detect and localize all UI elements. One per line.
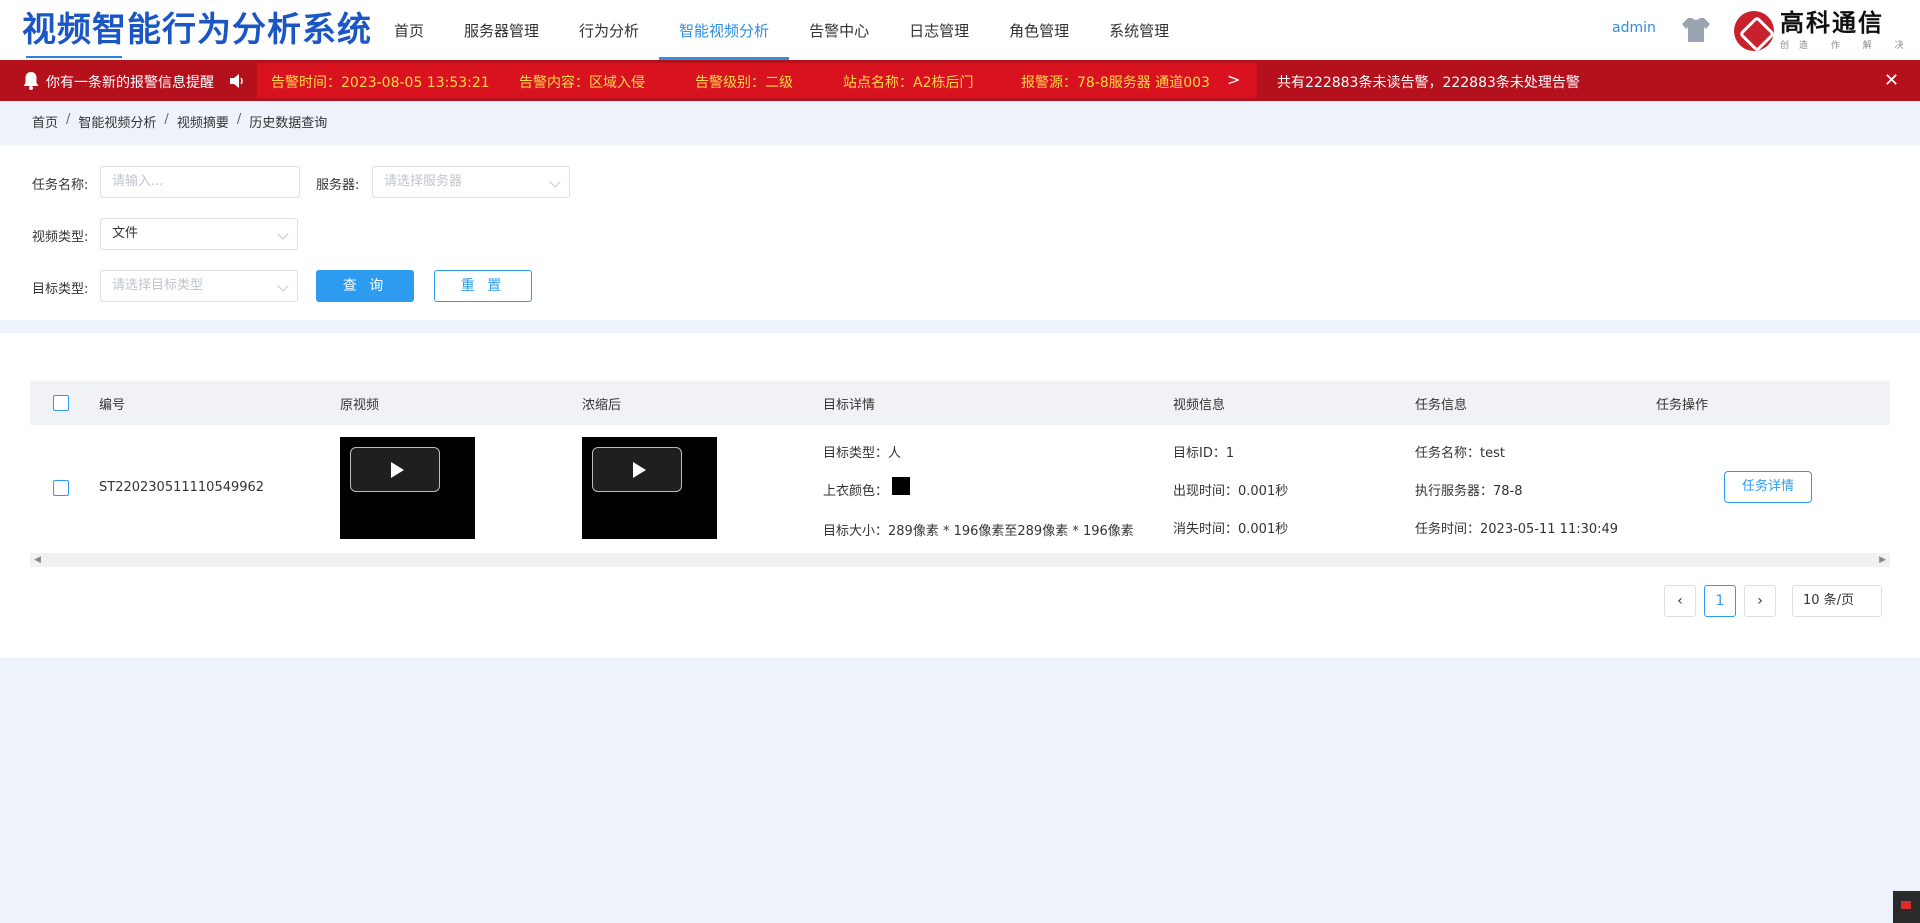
condensed-video[interactable]: [582, 437, 717, 539]
upper-color-swatch: [892, 476, 911, 495]
video-type-select[interactable]: 文件: [100, 218, 298, 250]
reset-button[interactable]: 重 置: [434, 270, 532, 302]
filter-panel: 任务名称: 请输入... 服务器: 请选择服务器 视频类型: 文件 目标类型: …: [0, 145, 1920, 320]
theme-shirt-icon[interactable]: [1678, 16, 1714, 44]
alarm-title: 你有一条新的报警信息提醒: [46, 75, 214, 91]
target-type: 目标类型：人: [823, 446, 902, 461]
brand-name: 高科通信: [1780, 9, 1884, 37]
column-video-info: 视频信息: [1173, 398, 1226, 413]
row-checkbox[interactable]: [53, 480, 69, 496]
alarm-detail[interactable]: 告警时间：2023-08-05 13:53:21 告警内容：区域入侵 告警级别：…: [257, 63, 1257, 98]
column-target-details: 目标详情: [823, 398, 876, 413]
task-name-label: 任务名称:: [32, 178, 89, 193]
nav-system-management[interactable]: 系统管理: [1089, 0, 1189, 60]
results-panel: 编号 原视频 浓缩后 目标详情 视频信息 任务信息 任务操作 ST2202305…: [0, 333, 1920, 658]
chevron-down-icon: [549, 176, 561, 188]
column-condensed-video: 浓缩后: [582, 398, 622, 413]
main-nav: 首页 服务器管理 行为分析 智能视频分析 告警中心 日志管理 角色管理 系统管理: [374, 0, 1189, 60]
server-select-placeholder: 请选择服务器: [384, 174, 463, 189]
exec-server: 执行服务器：78-8: [1415, 484, 1523, 499]
breadcrumb: 首页 / 智能视频分析 / 视频摘要 / 历史数据查询: [32, 112, 327, 131]
alarm-summary: 共有222883条未读告警，222883条未处理告警: [1277, 75, 1580, 91]
select-all-checkbox[interactable]: [53, 395, 69, 411]
upper-color: 上衣颜色：: [823, 476, 911, 501]
column-id: 编号: [99, 398, 126, 413]
task-time: 任务时间：2023-05-11 11:30:49: [1415, 522, 1619, 537]
task-name: 任务名称：test: [1415, 446, 1505, 461]
breadcrumb-separator: /: [164, 112, 169, 127]
scroll-right-icon[interactable]: ▶: [1879, 555, 1886, 565]
breadcrumb-home[interactable]: 首页: [32, 112, 58, 131]
page-size-value: 10 条/页: [1803, 593, 1855, 608]
page-size-select[interactable]: 10 条/页: [1792, 585, 1882, 617]
breadcrumb-video-analysis[interactable]: 智能视频分析: [78, 112, 156, 131]
top-header: 视频智能行为分析系统 首页 服务器管理 行为分析 智能视频分析 告警中心 日志管…: [0, 0, 1920, 60]
close-icon[interactable]: ✕: [1884, 70, 1899, 91]
flag-icon[interactable]: [1893, 891, 1920, 923]
table-row: ST220230511110549962 目标类型：人 上衣颜色： 目标大小：2…: [30, 425, 1890, 551]
alarm-content: 告警内容：区域入侵: [519, 75, 645, 91]
column-original-video: 原视频: [340, 398, 380, 413]
chevron-down-icon: [277, 280, 289, 292]
nav-behavior-analysis[interactable]: 行为分析: [559, 0, 659, 60]
play-icon[interactable]: [592, 447, 682, 492]
page-number[interactable]: 1: [1704, 585, 1736, 617]
target-type-label: 目标类型:: [32, 282, 89, 297]
alarm-site: 站点名称：A2栋后门: [843, 75, 974, 91]
speaker-icon[interactable]: [228, 72, 246, 90]
target-size: 目标大小：289像素 * 196像素至289像素 * 196像素: [823, 524, 1134, 539]
table-header: 编号 原视频 浓缩后 目标详情 视频信息 任务信息 任务操作: [30, 381, 1890, 425]
disappear-time: 消失时间：0.001秒: [1173, 522, 1289, 537]
alarm-time: 告警时间：2023-08-05 13:53:21: [271, 75, 490, 91]
alarm-source: 报警源：78-8服务器 通道003: [1021, 75, 1210, 91]
breadcrumb-history-query: 历史数据查询: [249, 116, 328, 131]
breadcrumb-video-summary[interactable]: 视频摘要: [177, 112, 229, 131]
nav-server-management[interactable]: 服务器管理: [444, 0, 559, 60]
brand-mark-icon: [1734, 10, 1774, 51]
nav-alarm-center[interactable]: 告警中心: [789, 0, 889, 60]
nav-video-analysis[interactable]: 智能视频分析: [659, 0, 790, 60]
nav-role-management[interactable]: 角色管理: [989, 0, 1089, 60]
alarm-bar: 你有一条新的报警信息提醒 告警时间：2023-08-05 13:53:21 告警…: [0, 60, 1920, 101]
horizontal-scrollbar[interactable]: ◀ ▶: [30, 553, 1890, 567]
column-task-info: 任务信息: [1415, 398, 1468, 413]
upper-color-label: 上衣颜色：: [823, 484, 889, 499]
next-page-button[interactable]: ›: [1744, 585, 1776, 617]
video-type-value: 文件: [112, 226, 139, 241]
target-type-placeholder: 请选择目标类型: [112, 278, 204, 293]
prev-page-button[interactable]: ‹: [1664, 585, 1696, 617]
server-select[interactable]: 请选择服务器: [372, 166, 570, 198]
record-id: ST220230511110549962: [99, 480, 265, 495]
breadcrumb-separator: /: [66, 112, 71, 127]
video-type-label: 视频类型:: [32, 230, 89, 245]
play-icon[interactable]: [350, 447, 440, 492]
chevron-down-icon: [277, 228, 289, 240]
alarm-level: 告警级别：二级: [695, 75, 793, 91]
task-detail-button[interactable]: 任务详情: [1724, 471, 1812, 503]
scroll-left-icon[interactable]: ◀: [34, 555, 41, 565]
column-task-actions: 任务操作: [1656, 398, 1709, 413]
original-video[interactable]: [340, 437, 475, 539]
nav-log-management[interactable]: 日志管理: [889, 0, 989, 60]
chevron-right-icon[interactable]: >: [1227, 70, 1240, 89]
bell-icon: [23, 72, 39, 90]
brand-slogan: 创造 作 解 决: [1780, 41, 1914, 51]
user-name[interactable]: admin: [1612, 20, 1656, 36]
query-button[interactable]: 查 询: [316, 270, 414, 302]
target-id: 目标ID：1: [1173, 446, 1235, 461]
app-title: 视频智能行为分析系统: [22, 10, 372, 50]
nav-home[interactable]: 首页: [374, 0, 444, 60]
server-label: 服务器:: [316, 178, 360, 193]
task-name-input[interactable]: 请输入...: [100, 166, 300, 198]
appear-time: 出现时间：0.001秒: [1173, 484, 1289, 499]
title-underline: [26, 56, 122, 58]
brand-logo: 高科通信 创造 作 解 决: [1734, 10, 1914, 51]
breadcrumb-separator: /: [236, 112, 242, 127]
target-type-select[interactable]: 请选择目标类型: [100, 270, 298, 302]
